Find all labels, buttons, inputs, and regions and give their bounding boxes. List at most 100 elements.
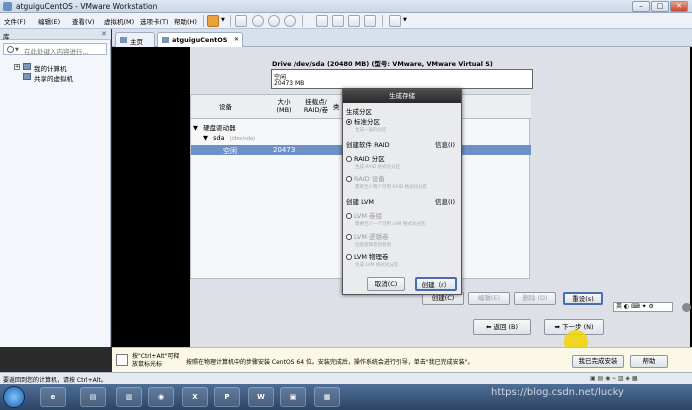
tab-label: 主页 [130, 38, 143, 46]
start-button[interactable] [3, 386, 25, 408]
full-screen-icon[interactable] [348, 15, 360, 27]
status-text: 要返回到您的计算机，请按 Ctrl+Alt。 [3, 377, 107, 384]
column-header-size: 大小 (MB) [276, 98, 292, 114]
row-device: 硬盘驱动器 [203, 124, 236, 132]
show-library-icon[interactable] [316, 15, 328, 27]
hint-release-text: 按"Ctrl+Alt"可释 放鼠标光标 [132, 353, 179, 369]
dialog-create-button[interactable]: 创建（r） [415, 277, 457, 291]
radio-raid-partition[interactable]: RAID 分区 [346, 153, 385, 163]
expand-toggle-icon[interactable]: ▼ [193, 124, 198, 132]
hint-line: 放鼠标光标 [132, 361, 163, 368]
minimize-button[interactable]: – [632, 1, 650, 12]
expand-toggle-icon[interactable]: ▼ [203, 134, 208, 142]
menu-bar: 文件(F) 编辑(E) 查看(V) 虚拟机(M) 选项卡(T) 帮助(H) ▼ … [0, 13, 692, 29]
close-icon[interactable]: ✕ [101, 30, 107, 38]
column-header-device: 设备 [219, 103, 232, 111]
radio-lvm-logical-volume[interactable]: LVM 逻辑卷 [346, 231, 389, 241]
vm-icon [162, 37, 169, 43]
library-search-input[interactable]: ▼ 在此处键入内容进行... [3, 43, 107, 56]
watermark-text: https://blog.csdn.net/lucky [491, 387, 624, 398]
radio-icon [346, 156, 352, 162]
delete-button[interactable]: 删除 (D) [514, 292, 556, 305]
toolbar-separator [302, 15, 303, 27]
radio-icon [346, 176, 352, 182]
menu-tabs[interactable]: 选项卡(T) [140, 16, 169, 26]
toolbar-separator [382, 15, 383, 27]
snapshot-manager-icon[interactable] [284, 15, 296, 27]
option-description: 需要至少两个可用 RAID 格式化分区 [355, 185, 428, 190]
radio-icon [346, 254, 352, 260]
device-status-icons[interactable]: ▣ ▤ ◉ ⌁ ▥ ◈ ▦ [590, 375, 638, 382]
pause-icon[interactable] [207, 15, 219, 27]
window-title-bar: atguiguCentOS - VMware Workstation – □ ✕ [0, 0, 692, 13]
pause-dropdown-icon[interactable]: ▼ [221, 17, 225, 23]
help-button[interactable]: 帮助 [630, 355, 668, 368]
table-row[interactable]: ▼ sda (/dev/sda) [203, 134, 255, 142]
hint-bar: 按"Ctrl+Alt"可释 放鼠标光标 按照在物理计算机中的步骤安装 CentO… [112, 347, 692, 372]
option-label: LVM 物理卷 [354, 253, 389, 261]
tab-home[interactable]: 主页 [115, 32, 155, 47]
close-tab-icon[interactable]: ✕ [234, 36, 239, 43]
edit-button[interactable]: 编辑(E) [468, 292, 510, 305]
dialog-cancel-button[interactable]: 取消(C) [367, 277, 405, 291]
maximize-button[interactable]: □ [651, 1, 669, 12]
install-done-button[interactable]: 我已完成安装 [572, 355, 624, 368]
menu-help[interactable]: 帮助(H) [174, 16, 197, 26]
option-description: 生成 LVM 格式化分区 [355, 263, 399, 268]
taskbar-powerpoint-icon[interactable]: P [214, 387, 240, 407]
tab-bar: 主页 atguiguCentOS ✕ [112, 29, 692, 47]
menu-edit[interactable]: 编辑(E) [38, 16, 60, 26]
status-bar: 要返回到您的计算机，请按 Ctrl+Alt。 ▣ ▤ ◉ ⌁ ▥ ◈ ▦ [0, 372, 692, 384]
back-button[interactable]: ⬅ 返回 (B) [473, 319, 531, 335]
option-label: 标准分区 [354, 118, 380, 126]
reset-button[interactable]: 重设(s) [563, 292, 603, 305]
search-icon [7, 46, 14, 53]
taskbar-ie-icon[interactable]: e [40, 387, 66, 407]
snapshot-icon[interactable] [252, 15, 264, 27]
tree-expand-icon[interactable]: + [14, 64, 20, 70]
radio-lvm-volume-group[interactable]: LVM 卷组 [346, 210, 382, 220]
taskbar-vmware-icon[interactable]: ▦ [314, 387, 340, 407]
send-ctrl-alt-del-icon[interactable] [235, 15, 247, 27]
option-label: LVM 卷组 [354, 212, 383, 220]
input-method-toolbar[interactable]: 英 ◐ ⌨ ✦ ⚙ [613, 302, 673, 312]
menu-file[interactable]: 文件(F) [4, 16, 26, 26]
option-label: LVM 逻辑卷 [354, 233, 389, 241]
taskbar-chrome-icon[interactable]: ◉ [148, 387, 174, 407]
section-raid: 创建软件 RAID [346, 141, 390, 149]
console-view-icon[interactable] [389, 15, 401, 27]
mouse-release-icon [116, 354, 128, 366]
chevron-down-icon[interactable]: ▼ [15, 47, 19, 53]
toolbar-separator [230, 15, 231, 27]
taskbar-explorer-icon[interactable]: ▤ [80, 387, 106, 407]
radio-lvm-physical-volume[interactable]: LVM 物理卷 [346, 251, 389, 261]
radio-icon [346, 213, 352, 219]
toggle-icon[interactable] [682, 303, 691, 312]
library-search-placeholder: 在此处键入内容进行... [24, 48, 89, 56]
thumbnail-bar-icon[interactable] [332, 15, 344, 27]
option-description: 需要至少一个可用 LVM 格式化分区 [355, 222, 426, 227]
tab-label: atguiguCentOS [172, 36, 228, 44]
library-panel: 库 ✕ ▼ 在此处键入内容进行... + 我的计算机 共享的虚拟机 [0, 29, 111, 347]
view-dropdown-icon[interactable]: ▼ [403, 17, 407, 23]
radio-standard-partition[interactable]: 标准分区 [346, 116, 380, 126]
close-button[interactable]: ✕ [670, 1, 688, 12]
toolbar-separator [203, 15, 204, 27]
taskbar-app-icon[interactable]: ▣ [280, 387, 306, 407]
tab-vm[interactable]: atguiguCentOS ✕ [157, 32, 243, 47]
option-description: 生成一般的分区 [355, 128, 387, 133]
table-row[interactable]: ▼ 硬盘驱动器 [193, 122, 236, 132]
radio-raid-device[interactable]: RAID 设备 [346, 173, 385, 183]
menu-vm[interactable]: 虚拟机(M) [104, 16, 134, 26]
menu-view[interactable]: 查看(V) [72, 16, 95, 26]
drive-title: Drive /dev/sda (20480 MB) (型号: VMware, V… [272, 60, 493, 68]
taskbar-excel-icon[interactable]: X [182, 387, 208, 407]
revert-snapshot-icon[interactable] [268, 15, 280, 27]
lvm-info-link[interactable]: 信息(I) [435, 196, 455, 206]
raid-info-link[interactable]: 信息(I) [435, 139, 455, 149]
row-size: 20473 [273, 146, 296, 154]
radio-icon [346, 234, 352, 240]
taskbar-folder-icon[interactable]: ▥ [116, 387, 142, 407]
taskbar-word-icon[interactable]: W [248, 387, 274, 407]
unity-icon[interactable] [364, 15, 376, 27]
